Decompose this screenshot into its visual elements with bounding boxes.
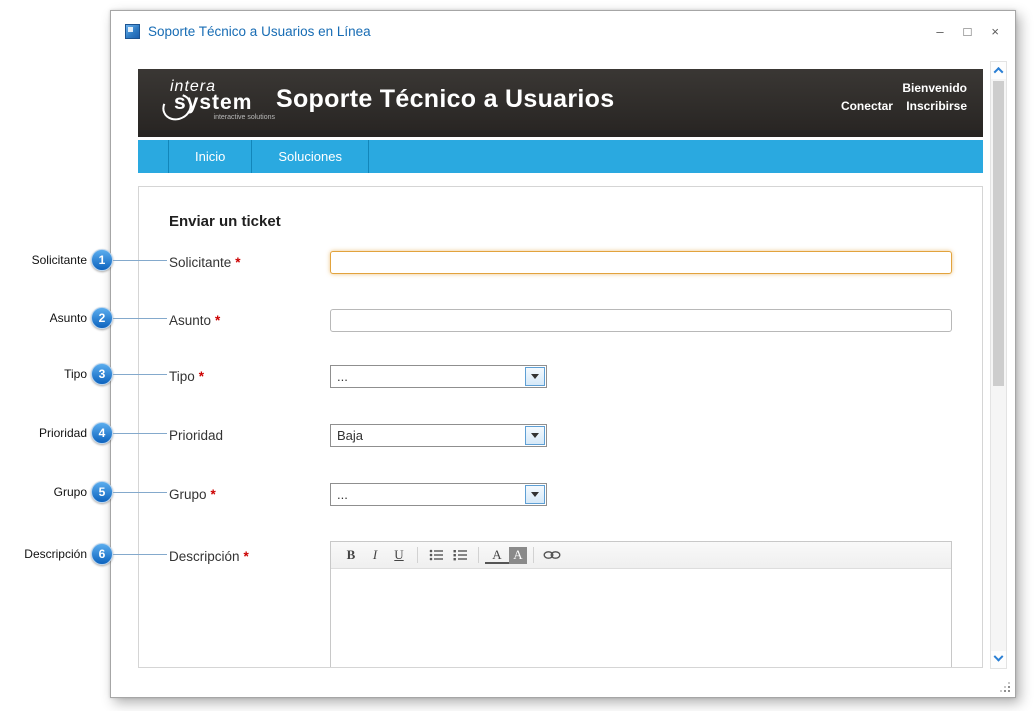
callout-grupo: Grupo 5 (12, 481, 167, 503)
callout-label: Descripción (12, 547, 87, 561)
descripcion-label: Descripción* (169, 549, 324, 564)
solicitante-label: Solicitante* (169, 255, 324, 270)
scroll-down-button[interactable] (991, 651, 1006, 668)
prioridad-select[interactable]: Baja (330, 424, 547, 447)
callout-number-badge: 4 (91, 422, 113, 444)
descripcion-editor: B I U A A (330, 541, 952, 668)
required-marker: * (211, 487, 216, 502)
callout-line (113, 433, 167, 434)
asunto-label: Asunto* (169, 313, 324, 328)
chevron-down-icon (525, 426, 545, 445)
app-window: Soporte Técnico a Usuarios en Línea – □ … (110, 10, 1016, 698)
callout-number-badge: 1 (91, 249, 113, 271)
callout-tipo: Tipo 3 (12, 363, 167, 385)
scrollbar (990, 61, 1007, 669)
link-button[interactable] (540, 545, 564, 566)
callout-descripcion: Descripción 6 (12, 543, 167, 565)
resize-grip[interactable] (1008, 690, 1010, 692)
grupo-select[interactable]: ... (330, 483, 547, 506)
maximize-button[interactable]: □ (964, 25, 972, 38)
ordered-list-button[interactable] (448, 545, 472, 566)
welcome-text: Bienvenido (831, 81, 967, 95)
solicitante-input[interactable] (330, 251, 952, 274)
nav-bar: Inicio Soluciones (138, 140, 983, 173)
callout-number-badge: 3 (91, 363, 113, 385)
callout-line (113, 260, 167, 261)
toolbar-separator (478, 547, 479, 563)
form-heading: Enviar un ticket (169, 213, 281, 230)
callout-prioridad: Prioridad 4 (12, 422, 167, 444)
asunto-input[interactable] (330, 309, 952, 332)
callout-line (113, 318, 167, 319)
logo: intera system interactive solutions (160, 78, 275, 121)
callout-label: Asunto (12, 311, 87, 325)
conectar-link[interactable]: Conectar (841, 99, 893, 113)
callout-line (113, 374, 167, 375)
ordered-list-icon (453, 549, 467, 561)
callout-number-badge: 6 (91, 543, 113, 565)
unordered-list-icon (429, 549, 443, 561)
minimize-button[interactable]: – (936, 25, 943, 38)
callout-label: Prioridad (12, 426, 87, 440)
link-icon (543, 550, 561, 560)
inscribirse-link[interactable]: Inscribirse (906, 99, 967, 113)
callout-label: Solicitante (12, 253, 87, 267)
ticket-panel: Enviar un ticket Solicitante* Asunto* Ti… (138, 186, 983, 668)
close-button[interactable]: × (991, 25, 999, 38)
tipo-select-value: ... (331, 369, 525, 384)
font-color-button[interactable]: A (485, 547, 509, 564)
italic-button[interactable]: I (363, 545, 387, 566)
grupo-select-value: ... (331, 487, 525, 502)
callout-label: Grupo (12, 485, 87, 499)
toolbar-separator (533, 547, 534, 563)
callout-solicitante: Solicitante 1 (12, 249, 167, 271)
chevron-down-icon (525, 485, 545, 504)
scroll-thumb[interactable] (993, 81, 1004, 386)
required-marker: * (199, 369, 204, 384)
prioridad-select-value: Baja (331, 428, 525, 443)
scroll-up-button[interactable] (991, 62, 1006, 79)
required-marker: * (215, 313, 220, 328)
chevron-down-icon (994, 652, 1004, 662)
required-marker: * (235, 255, 240, 270)
chevron-up-icon (994, 67, 1004, 77)
window-title: Soporte Técnico a Usuarios en Línea (148, 24, 371, 39)
prioridad-label: Prioridad (169, 428, 324, 443)
chevron-down-icon (525, 367, 545, 386)
editor-body[interactable] (331, 569, 951, 668)
callout-number-badge: 2 (91, 307, 113, 329)
tipo-select[interactable]: ... (330, 365, 547, 388)
titlebar: Soporte Técnico a Usuarios en Línea – □ … (111, 11, 1015, 51)
bold-button[interactable]: B (339, 545, 363, 566)
app-icon (125, 24, 140, 39)
site-title: Soporte Técnico a Usuarios (276, 85, 614, 114)
nav-item-inicio[interactable]: Inicio (168, 140, 252, 173)
site-header: intera system interactive solutions Sopo… (138, 69, 983, 137)
callout-line (113, 492, 167, 493)
nav-item-soluciones[interactable]: Soluciones (252, 140, 369, 173)
callout-line (113, 554, 167, 555)
callout-asunto: Asunto 2 (12, 307, 167, 329)
callout-number-badge: 5 (91, 481, 113, 503)
highlight-button[interactable]: A (509, 547, 527, 564)
tipo-label: Tipo* (169, 369, 324, 384)
callout-label: Tipo (12, 367, 87, 381)
required-marker: * (244, 549, 249, 564)
underline-button[interactable]: U (387, 545, 411, 566)
toolbar-separator (417, 547, 418, 563)
grupo-label: Grupo* (169, 487, 324, 502)
unordered-list-button[interactable] (424, 545, 448, 566)
editor-toolbar: B I U A A (331, 542, 951, 569)
